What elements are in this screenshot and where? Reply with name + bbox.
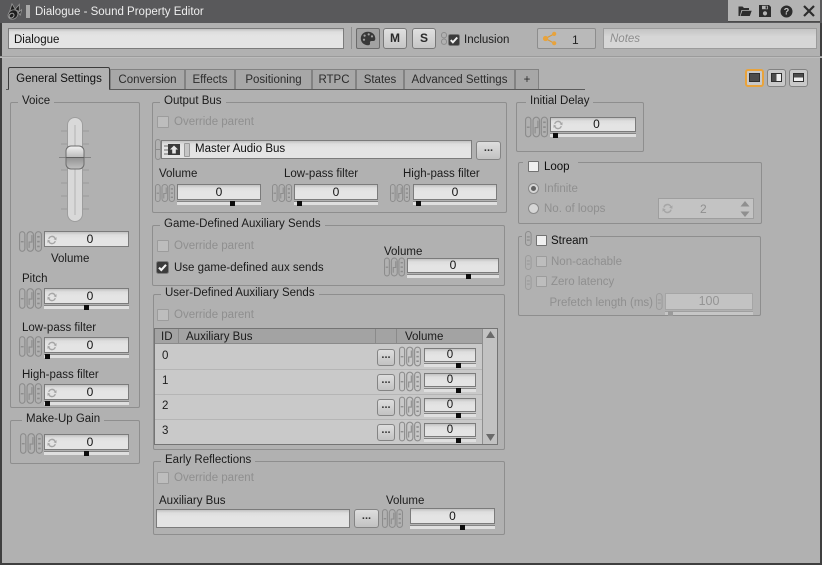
svg-text:?: ? [784,7,790,17]
